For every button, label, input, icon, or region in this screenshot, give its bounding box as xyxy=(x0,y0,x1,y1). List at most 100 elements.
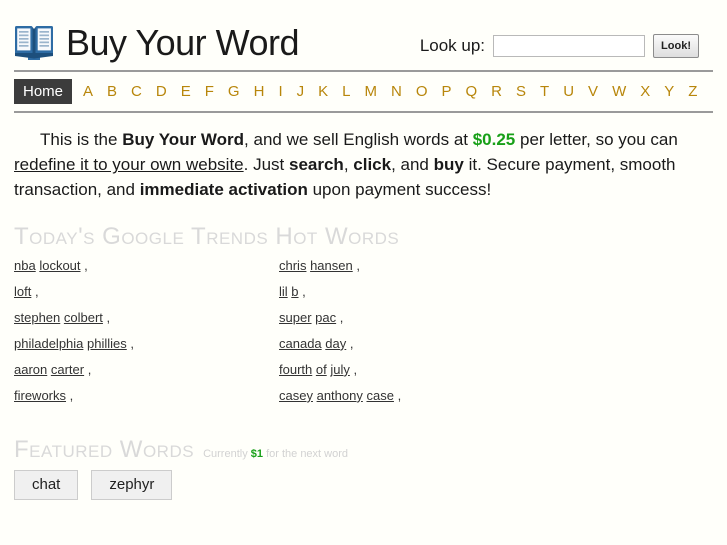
nav-letter-o[interactable]: O xyxy=(409,83,435,100)
trend-word-link[interactable]: phillies xyxy=(87,336,127,351)
trend-word-link[interactable]: fireworks xyxy=(14,388,66,403)
trend-word-link[interactable]: philadelphia xyxy=(14,336,83,351)
alphabet-nav: Home A B C D E F G H I J K L M N O P Q R S T U V W X Y Z xyxy=(0,72,727,111)
featured-heading-text: Featured Words xyxy=(14,435,195,463)
trend-item: super pac , xyxy=(279,311,544,324)
trend-word-link[interactable]: colbert xyxy=(64,310,103,325)
trend-separator: , xyxy=(346,335,354,351)
nav-letter-b[interactable]: B xyxy=(100,83,124,100)
trend-separator: , xyxy=(66,387,74,403)
trend-separator: , xyxy=(349,361,358,377)
nav-letter-e[interactable]: E xyxy=(174,83,198,100)
trend-item: loft , xyxy=(14,285,279,298)
intro-brand: Buy Your Word xyxy=(122,130,245,149)
nav-letter-z[interactable]: Z xyxy=(681,83,704,100)
nav-divider xyxy=(14,111,713,113)
trend-word-link[interactable]: day xyxy=(325,336,346,351)
featured-price: $1 xyxy=(250,447,264,460)
trend-word-link[interactable]: casey xyxy=(279,388,313,403)
nav-letter-p[interactable]: P xyxy=(434,83,458,100)
trend-separator: , xyxy=(352,257,360,273)
nav-letter-q[interactable]: Q xyxy=(459,83,485,100)
trend-word-link[interactable]: anthony xyxy=(317,388,363,403)
trend-word-link[interactable]: aaron xyxy=(14,362,47,377)
nav-letter-a[interactable]: A xyxy=(76,83,100,100)
trend-separator: , xyxy=(84,361,92,377)
intro-mid4: , xyxy=(343,155,354,175)
intro-paragraph: This is the Buy Your Word, and we sell E… xyxy=(14,127,713,202)
intro-mid2: per letter, so you can xyxy=(515,130,678,149)
trend-word-link[interactable]: chris xyxy=(279,258,306,273)
search-input[interactable] xyxy=(493,35,646,57)
trend-separator: , xyxy=(126,335,135,351)
trend-word-link[interactable]: nba xyxy=(14,258,36,273)
featured-word-button[interactable]: chat xyxy=(14,470,79,500)
nav-letter-m[interactable]: M xyxy=(357,83,384,100)
featured-word-button[interactable]: zephyr xyxy=(91,470,173,500)
trend-word-link[interactable]: lockout xyxy=(39,258,80,273)
trends-right-column: chris hansen , lil b , super pac , canada d… xyxy=(279,259,544,415)
intro-mid3: . Just xyxy=(243,155,289,175)
intro-activation: immediate activation xyxy=(139,180,308,200)
nav-item-home[interactable]: Home xyxy=(14,79,73,104)
trend-separator: , xyxy=(31,283,39,299)
lookup-form: Look up: Look! xyxy=(420,28,713,58)
trends-heading: Today's Google Trends Hot Words xyxy=(14,223,713,251)
trend-word-link[interactable]: july xyxy=(330,362,350,377)
nav-letter-d[interactable]: D xyxy=(149,83,174,100)
trend-item: casey anthony case , xyxy=(279,389,544,402)
intro-mid1: , and we sell English words at xyxy=(244,130,473,149)
lookup-label: Look up: xyxy=(419,36,486,55)
trend-separator: , xyxy=(102,309,111,325)
trends-list: nba lockout , loft , stephen colbert , phil… xyxy=(14,259,713,415)
trend-word-link[interactable]: case xyxy=(366,388,393,403)
trend-word-link[interactable]: carter xyxy=(51,362,84,377)
trend-item: chris hansen , xyxy=(279,259,544,272)
nav-letter-i[interactable]: I xyxy=(271,83,289,100)
trend-item: nba lockout , xyxy=(14,259,279,272)
nav-letter-j[interactable]: J xyxy=(290,83,312,100)
intro-tail: upon payment success! xyxy=(307,180,492,200)
nav-letter-f[interactable]: F xyxy=(198,83,221,100)
nav-letter-r[interactable]: R xyxy=(484,83,509,100)
trend-word-link[interactable]: b xyxy=(291,284,298,299)
brand[interactable]: Buy Your Word xyxy=(14,24,299,62)
trend-separator: , xyxy=(336,309,344,325)
nav-letter-w[interactable]: W xyxy=(605,83,633,100)
nav-letter-c[interactable]: C xyxy=(124,83,149,100)
trend-separator: , xyxy=(80,257,88,273)
trend-word-link[interactable]: pac xyxy=(315,310,336,325)
nav-letter-g[interactable]: G xyxy=(221,83,247,100)
trend-word-link[interactable]: of xyxy=(316,362,327,377)
trend-word-link[interactable]: hansen xyxy=(310,258,353,273)
open-book-icon xyxy=(15,26,53,60)
redefine-link[interactable]: redefine it to your own website xyxy=(14,155,244,174)
trend-word-link[interactable]: fourth xyxy=(279,362,312,377)
trend-separator: , xyxy=(298,283,306,299)
trend-word-link[interactable]: canada xyxy=(279,336,322,351)
nav-letter-t[interactable]: T xyxy=(533,83,556,100)
featured-word-buttons: chat zephyr xyxy=(14,470,713,500)
trend-item: fireworks , xyxy=(14,389,279,402)
nav-letter-u[interactable]: U xyxy=(556,83,581,100)
trend-word-link[interactable]: loft xyxy=(14,284,31,299)
intro-search: search xyxy=(288,155,344,175)
trend-word-link[interactable]: stephen xyxy=(14,310,60,325)
nav-letter-v[interactable]: V xyxy=(581,83,605,100)
look-up-button[interactable]: Look! xyxy=(653,34,699,58)
nav-letter-l[interactable]: L xyxy=(335,83,357,100)
site-header: Buy Your Word Look up: Look! xyxy=(0,0,727,70)
nav-letter-s[interactable]: S xyxy=(509,83,533,100)
nav-letter-h[interactable]: H xyxy=(247,83,272,100)
page-root: Buy Your Word Look up: Look! Home A B C D E F G… xyxy=(0,0,727,545)
nav-letter-x[interactable]: X xyxy=(633,83,657,100)
intro-click: click xyxy=(353,155,392,175)
trend-word-link[interactable]: super xyxy=(279,310,312,325)
nav-letter-y[interactable]: Y xyxy=(657,83,681,100)
nav-letter-n[interactable]: N xyxy=(384,83,409,100)
featured-sub-prefix: Currently xyxy=(203,447,251,460)
trend-word-link[interactable]: lil xyxy=(279,284,288,299)
trends-heading-text: Today's Google Trends Hot Words xyxy=(14,223,400,251)
nav-letter-k[interactable]: K xyxy=(311,83,335,100)
trend-item: canada day , xyxy=(279,337,544,350)
